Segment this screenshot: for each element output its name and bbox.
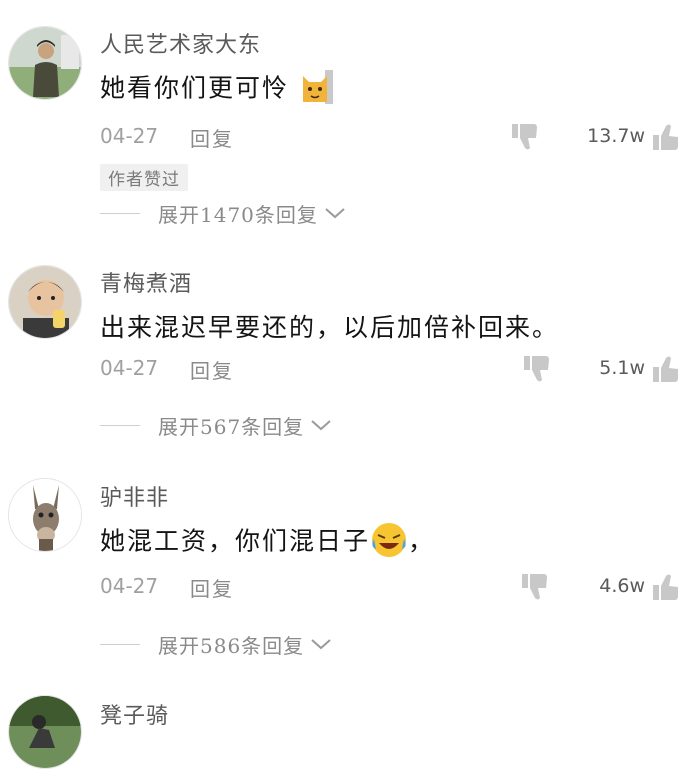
reply-button[interactable]: 回复 (190, 355, 234, 384)
username[interactable]: 青梅煮酒 (100, 266, 192, 298)
divider-line (100, 643, 140, 645)
thumbs-down-icon[interactable] (510, 122, 540, 152)
expand-replies-button[interactable]: 展开567条回复 (100, 413, 332, 439)
thumbs-down-icon[interactable] (520, 572, 550, 602)
chevron-down-icon (311, 639, 331, 650)
cat-emoji-icon (299, 68, 335, 112)
expand-replies-label: 展开567条回复 (158, 414, 305, 439)
avatar[interactable] (8, 26, 82, 100)
comment-date: 04-27 (100, 124, 159, 148)
comment-text: 出来混迟早要还的，以后加倍补回来。 (100, 313, 560, 342)
rider-photo-avatar-icon (9, 696, 81, 768)
comment-text-content: 她看你们更可怜 (100, 73, 290, 103)
comment-text: 她混工资，你们混日子 ， (100, 521, 435, 565)
thumbs-down-icon[interactable] (522, 354, 552, 384)
expand-replies-button[interactable]: 展开1470条回复 (100, 201, 346, 227)
like-count: 13.7w (587, 125, 645, 147)
donkey-avatar-icon (9, 479, 81, 551)
reply-button[interactable]: 回复 (190, 123, 234, 152)
thumbs-up-icon[interactable] (651, 122, 681, 152)
like-count: 5.1w (599, 357, 645, 379)
comment-date: 04-27 (100, 356, 159, 380)
reply-button[interactable]: 回复 (190, 573, 234, 602)
comment-text-content: 她混工资，你们混日子 (100, 526, 371, 556)
username[interactable]: 人民艺术家大东 (100, 27, 261, 59)
avatar[interactable] (8, 265, 82, 339)
divider-line (100, 424, 140, 426)
avatar[interactable] (8, 478, 82, 552)
child-photo-avatar-icon (9, 266, 81, 338)
chevron-down-icon (311, 420, 331, 431)
divider-line (100, 212, 140, 214)
comment-text: 她看你们更可怜 (100, 68, 335, 112)
comment-date: 04-27 (100, 574, 159, 598)
thumbs-up-icon[interactable] (651, 354, 681, 384)
avatar[interactable] (8, 695, 82, 769)
expand-replies-button[interactable]: 展开586条回复 (100, 632, 332, 658)
expand-replies-label: 展开586条回复 (158, 633, 305, 658)
thumbs-up-icon[interactable] (651, 572, 681, 602)
username[interactable]: 凳子骑 (100, 698, 169, 730)
like-count: 4.6w (599, 575, 645, 597)
person-photo-avatar-icon (9, 27, 81, 99)
chevron-down-icon (325, 208, 345, 219)
expand-replies-label: 展开1470条回复 (158, 202, 318, 227)
laughing-crying-emoji-icon (370, 521, 408, 565)
author-liked-badge: 作者赞过 (100, 164, 188, 191)
comment-text-suffix: ， (408, 526, 436, 556)
username[interactable]: 驴非非 (100, 480, 169, 512)
